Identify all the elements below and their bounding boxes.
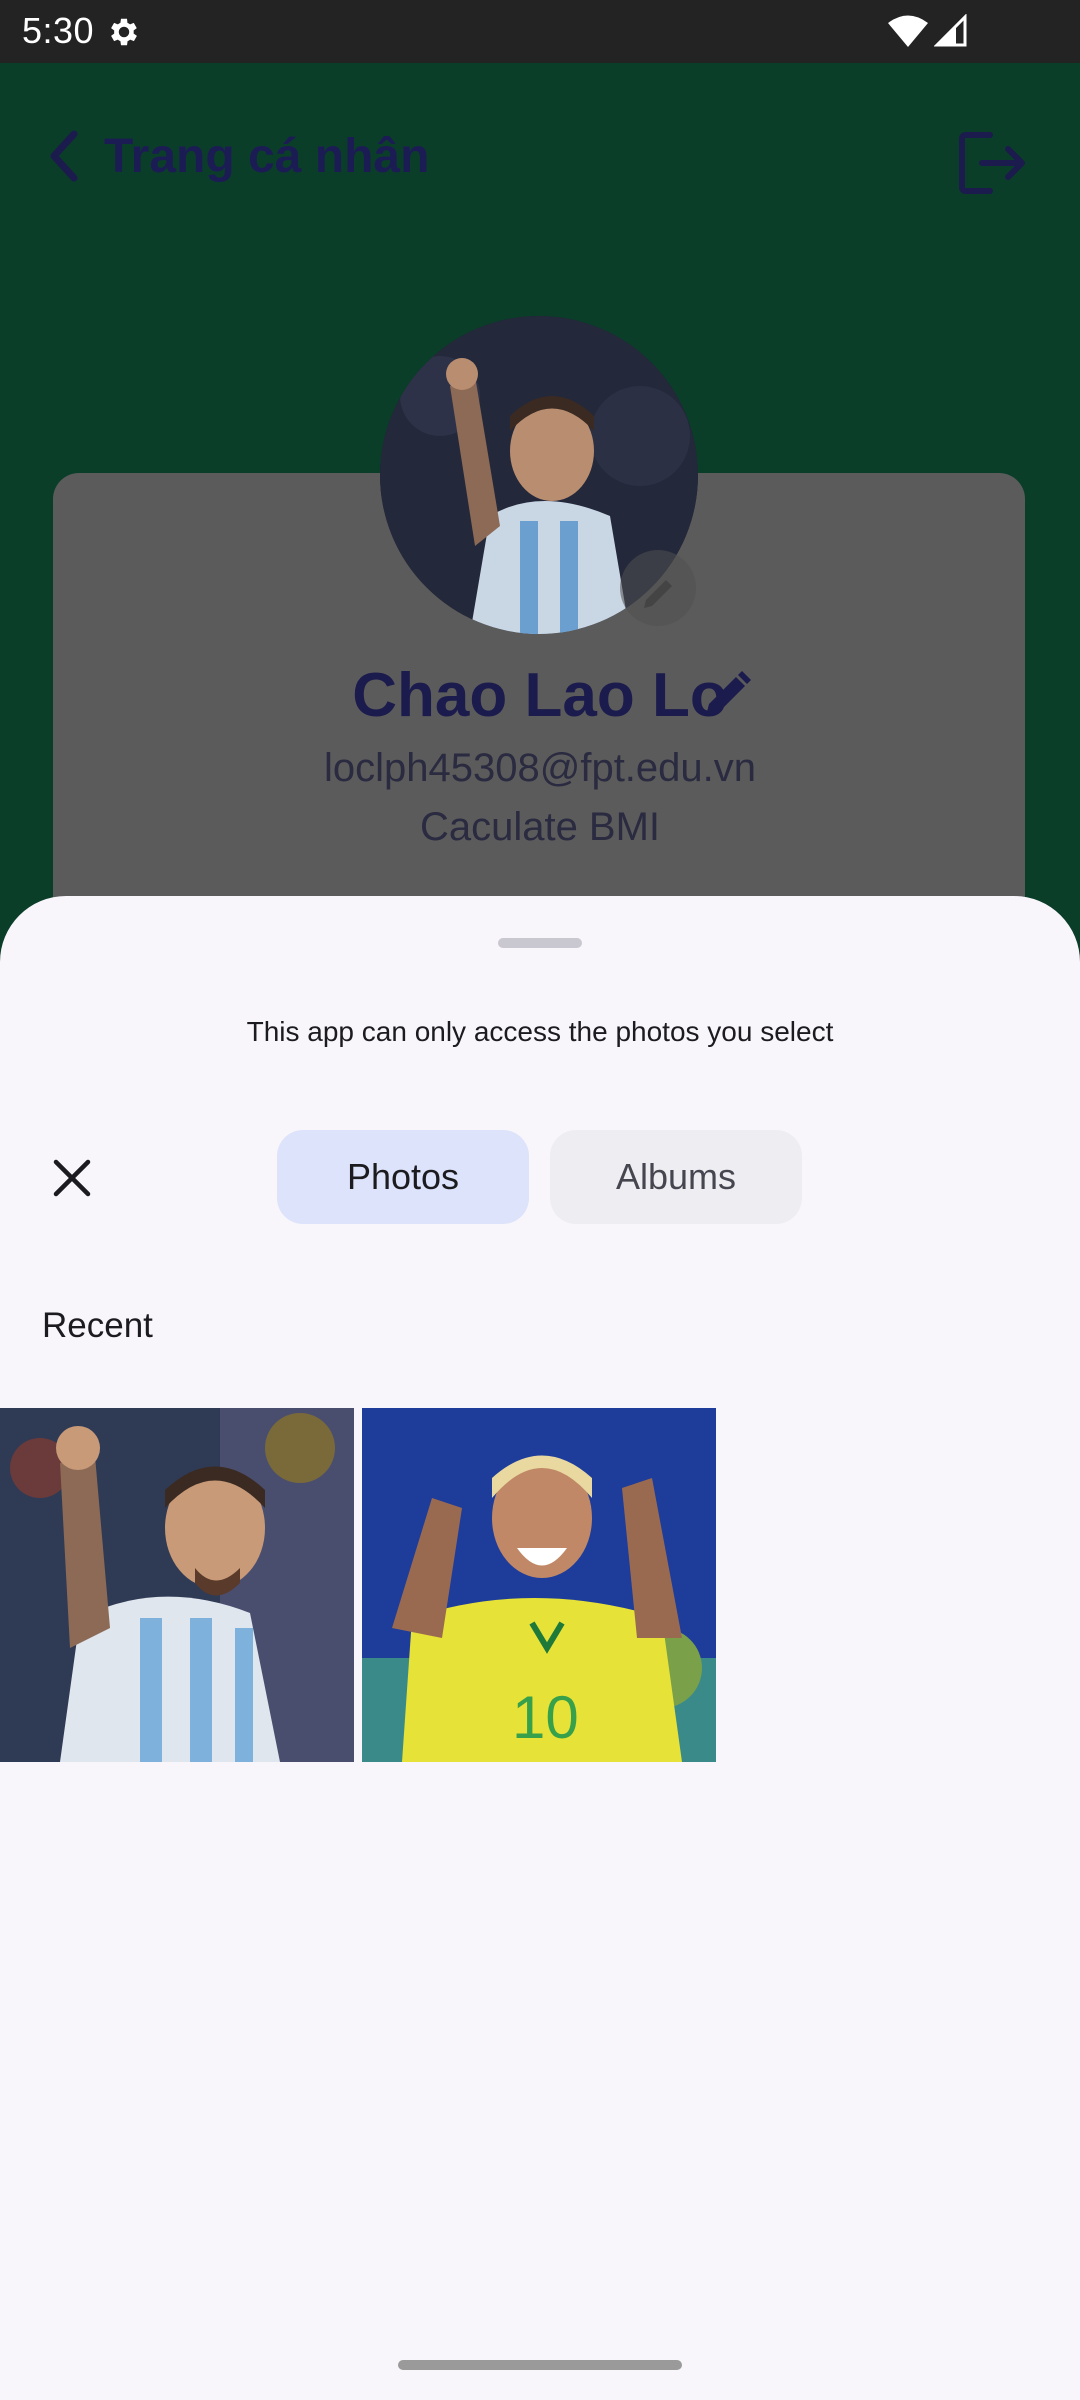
drag-handle[interactable]	[498, 938, 582, 948]
picker-message: This app can only access the photos you …	[246, 1016, 834, 1047]
photo-neymar-celebrating: 10	[362, 1408, 716, 1762]
app-header: Trang cá nhân	[0, 93, 1080, 194]
status-time: 5:30	[22, 10, 95, 51]
wifi-icon	[888, 15, 928, 47]
gesture-nav-bar[interactable]	[398, 2360, 682, 2370]
cell-signal-icon	[934, 14, 967, 47]
section-label-recent: Recent	[42, 1306, 153, 1345]
close-icon[interactable]	[48, 1154, 96, 1202]
photo-thumbnail[interactable]	[0, 1408, 354, 1762]
profile-email: loclph45308@fpt.edu.vn	[323, 746, 757, 790]
calculate-bmi-link[interactable]: Caculate BMI	[0, 805, 1080, 850]
avatar-edit-icon[interactable]	[620, 550, 696, 626]
photo-messi-celebrating	[0, 1408, 354, 1762]
logout-icon[interactable]	[956, 129, 1028, 197]
gear-icon	[111, 18, 137, 46]
status-bar: 5:30	[0, 0, 1080, 63]
tab-albums[interactable]: Albums	[550, 1130, 802, 1224]
pencil-icon[interactable]	[700, 670, 752, 722]
page-title: Trang cá nhân	[104, 130, 430, 183]
jersey-number: 10	[512, 1684, 579, 1751]
chevron-left-icon[interactable]	[44, 128, 84, 184]
tab-photos[interactable]: Photos	[277, 1130, 529, 1224]
screen: 5:30 Trang cá nhân Chao Lao Lo loclph453…	[0, 0, 1080, 2400]
photo-thumbnail[interactable]: 10	[362, 1408, 716, 1762]
photo-picker-sheet: This app can only access the photos you …	[0, 896, 1080, 2400]
profile-name: Chao Lao Lo	[352, 661, 728, 730]
